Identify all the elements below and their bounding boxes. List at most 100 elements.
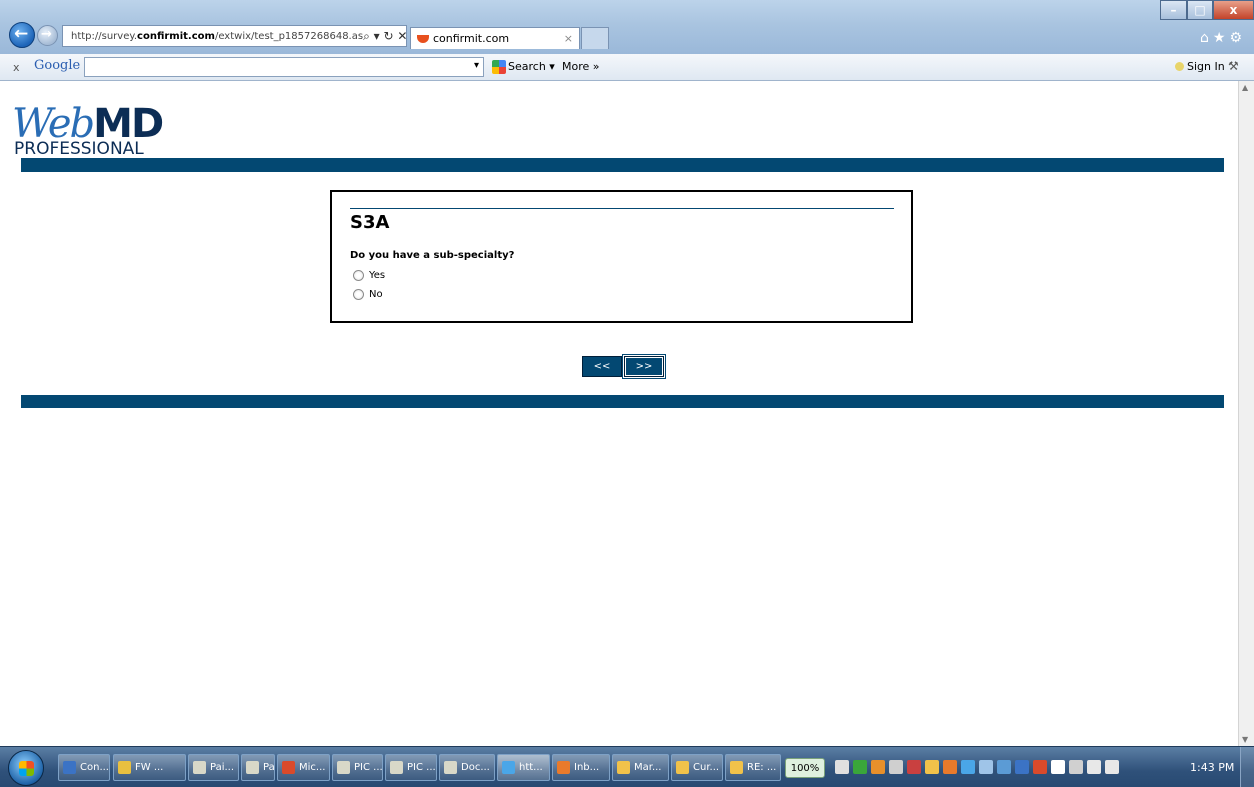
address-bar-actions[interactable]: ⌕ ▾ ↻ ✕ (363, 29, 406, 44)
page-content (8, 81, 1238, 746)
taskbar-item[interactable]: Pai... (188, 754, 239, 781)
taskbar-item-label: Mic... (299, 762, 326, 773)
taskbar-item[interactable]: Mic... (277, 754, 330, 781)
header-band (21, 158, 1224, 172)
system-tray (835, 760, 1119, 774)
more-button[interactable]: More » (562, 60, 600, 73)
chat-icon[interactable] (1015, 760, 1029, 774)
taskbar-item[interactable]: FW ... (113, 754, 186, 781)
home-favorites-tools-icons[interactable]: ⌂★⚙ (1200, 30, 1246, 46)
taskbar-item[interactable]: Con... (58, 754, 110, 781)
google-toolbar: x Google ▾ Search ▾ More » Sign In ⚒ (0, 54, 1254, 81)
taskbar-item[interactable]: Cur... (671, 754, 723, 781)
maximize-icon: □ (1194, 3, 1206, 17)
taskbar-item-label: Pai... (210, 762, 235, 773)
tab-favicon-icon (417, 34, 429, 43)
volume-icon[interactable] (1105, 760, 1119, 774)
taskbar-item-label: Doc... (461, 762, 490, 773)
start-button[interactable] (8, 750, 44, 786)
option-yes-label: Yes (369, 270, 386, 281)
taskbar-app-icon (390, 761, 403, 774)
taskbar-item[interactable]: RE: ... (725, 754, 781, 781)
wrench-icon[interactable]: ⚒ (1228, 59, 1239, 73)
radio-yes[interactable] (353, 270, 364, 281)
taskbar-item-label: htt... (519, 762, 543, 773)
window-minimize-button[interactable]: – (1160, 0, 1187, 20)
question-text: Do you have a sub-specialty? (350, 250, 515, 261)
taskbar-app-icon (118, 761, 131, 774)
window-close-button[interactable]: x (1213, 0, 1254, 20)
bluetooth-icon[interactable] (979, 760, 993, 774)
zoom-level[interactable]: 100% (785, 758, 825, 778)
tab-title: confirmit.com (433, 32, 510, 45)
google-search-button[interactable]: Search ▾ (492, 60, 555, 74)
option-no-label: No (369, 289, 383, 300)
new-tab-button[interactable] (581, 27, 609, 49)
taskbar-item[interactable]: htt... (497, 754, 550, 781)
check-icon[interactable] (853, 760, 867, 774)
search-label: Search ▾ (508, 60, 555, 73)
taskbar-item[interactable]: Inb... (552, 754, 610, 781)
pdf-icon[interactable] (1033, 760, 1047, 774)
footer-band (21, 395, 1224, 408)
tab-close-icon[interactable]: × (564, 32, 579, 45)
google-search-icon (492, 60, 506, 74)
show-desktop-button[interactable] (1240, 747, 1254, 787)
forward-button[interactable] (37, 25, 58, 46)
taskbar-item-label: Inb... (574, 762, 600, 773)
previous-button[interactable]: << (582, 356, 622, 377)
back-button[interactable] (9, 22, 35, 48)
taskbar-item-label: PIC ... (407, 762, 436, 773)
signal-icon[interactable] (1069, 760, 1083, 774)
taskbar-app-icon (676, 761, 689, 774)
taskbar-item[interactable]: PIC ... (332, 754, 383, 781)
messenger-icon[interactable] (961, 760, 975, 774)
window-maximize-button[interactable]: □ (1187, 0, 1213, 20)
taskbar-app-icon (444, 761, 457, 774)
sync-icon[interactable] (943, 760, 957, 774)
taskbar-app-icon (337, 761, 350, 774)
question-id: S3A (350, 212, 390, 233)
app-icon[interactable] (871, 760, 885, 774)
scroll-up-icon[interactable]: ▲ (1242, 83, 1248, 92)
taskbar-item[interactable]: PIC ... (385, 754, 437, 781)
taskbar-app-icon (730, 761, 743, 774)
next-button[interactable]: >> (622, 354, 666, 379)
sign-in-label: Sign In (1187, 60, 1225, 73)
taskbar-item-label: FW ... (135, 762, 164, 773)
chevron-down-icon[interactable]: ▾ (474, 60, 479, 71)
network-icon[interactable] (835, 760, 849, 774)
browser-title-bar: http://survey. confirmit.com /extwix/tes… (0, 0, 1254, 54)
flag-icon[interactable] (1051, 760, 1065, 774)
taskbar-item[interactable]: Doc... (439, 754, 495, 781)
taskbar-app-icon (557, 761, 570, 774)
address-bar[interactable]: http://survey. confirmit.com /extwix/tes… (62, 25, 407, 47)
option-no[interactable]: No (353, 289, 383, 300)
taskbar-item-label: Pay... (263, 762, 275, 773)
security-icon[interactable] (997, 760, 1011, 774)
radio-no[interactable] (353, 289, 364, 300)
google-search-input[interactable]: ▾ (84, 57, 484, 77)
taskbar-item-label: RE: ... (747, 762, 777, 773)
question-box: S3A Do you have a sub-specialty? Yes No (330, 190, 913, 323)
sign-in-icon (1175, 62, 1184, 71)
usb-icon[interactable] (889, 760, 903, 774)
toolbar-close-icon[interactable]: x (13, 61, 20, 74)
taskbar-item-label: PIC ... (354, 762, 383, 773)
sign-in-button[interactable]: Sign In (1175, 60, 1225, 73)
tab-confirmit[interactable]: confirmit.com × (410, 27, 580, 49)
taskbar-item[interactable]: Mar... (612, 754, 669, 781)
vertical-scrollbar[interactable]: ▲ ▼ (1238, 81, 1254, 746)
taskbar-item[interactable]: Pay... (241, 754, 275, 781)
alert-icon[interactable] (907, 760, 921, 774)
clock[interactable]: 1:43 PM (1190, 761, 1234, 774)
scroll-down-icon[interactable]: ▼ (1242, 735, 1248, 744)
question-divider (350, 208, 894, 209)
option-yes[interactable]: Yes (353, 270, 385, 281)
taskbar-item-label: Con... (80, 762, 109, 773)
windows-taskbar: Con... FW ... Pai... Pay... Mic... PIC ... PIC… (0, 746, 1254, 787)
google-logo: Google (34, 58, 81, 73)
mail-icon[interactable] (925, 760, 939, 774)
webmd-professional-logo: WebMD PROFESSIONAL (12, 101, 164, 159)
display-icon[interactable] (1087, 760, 1101, 774)
